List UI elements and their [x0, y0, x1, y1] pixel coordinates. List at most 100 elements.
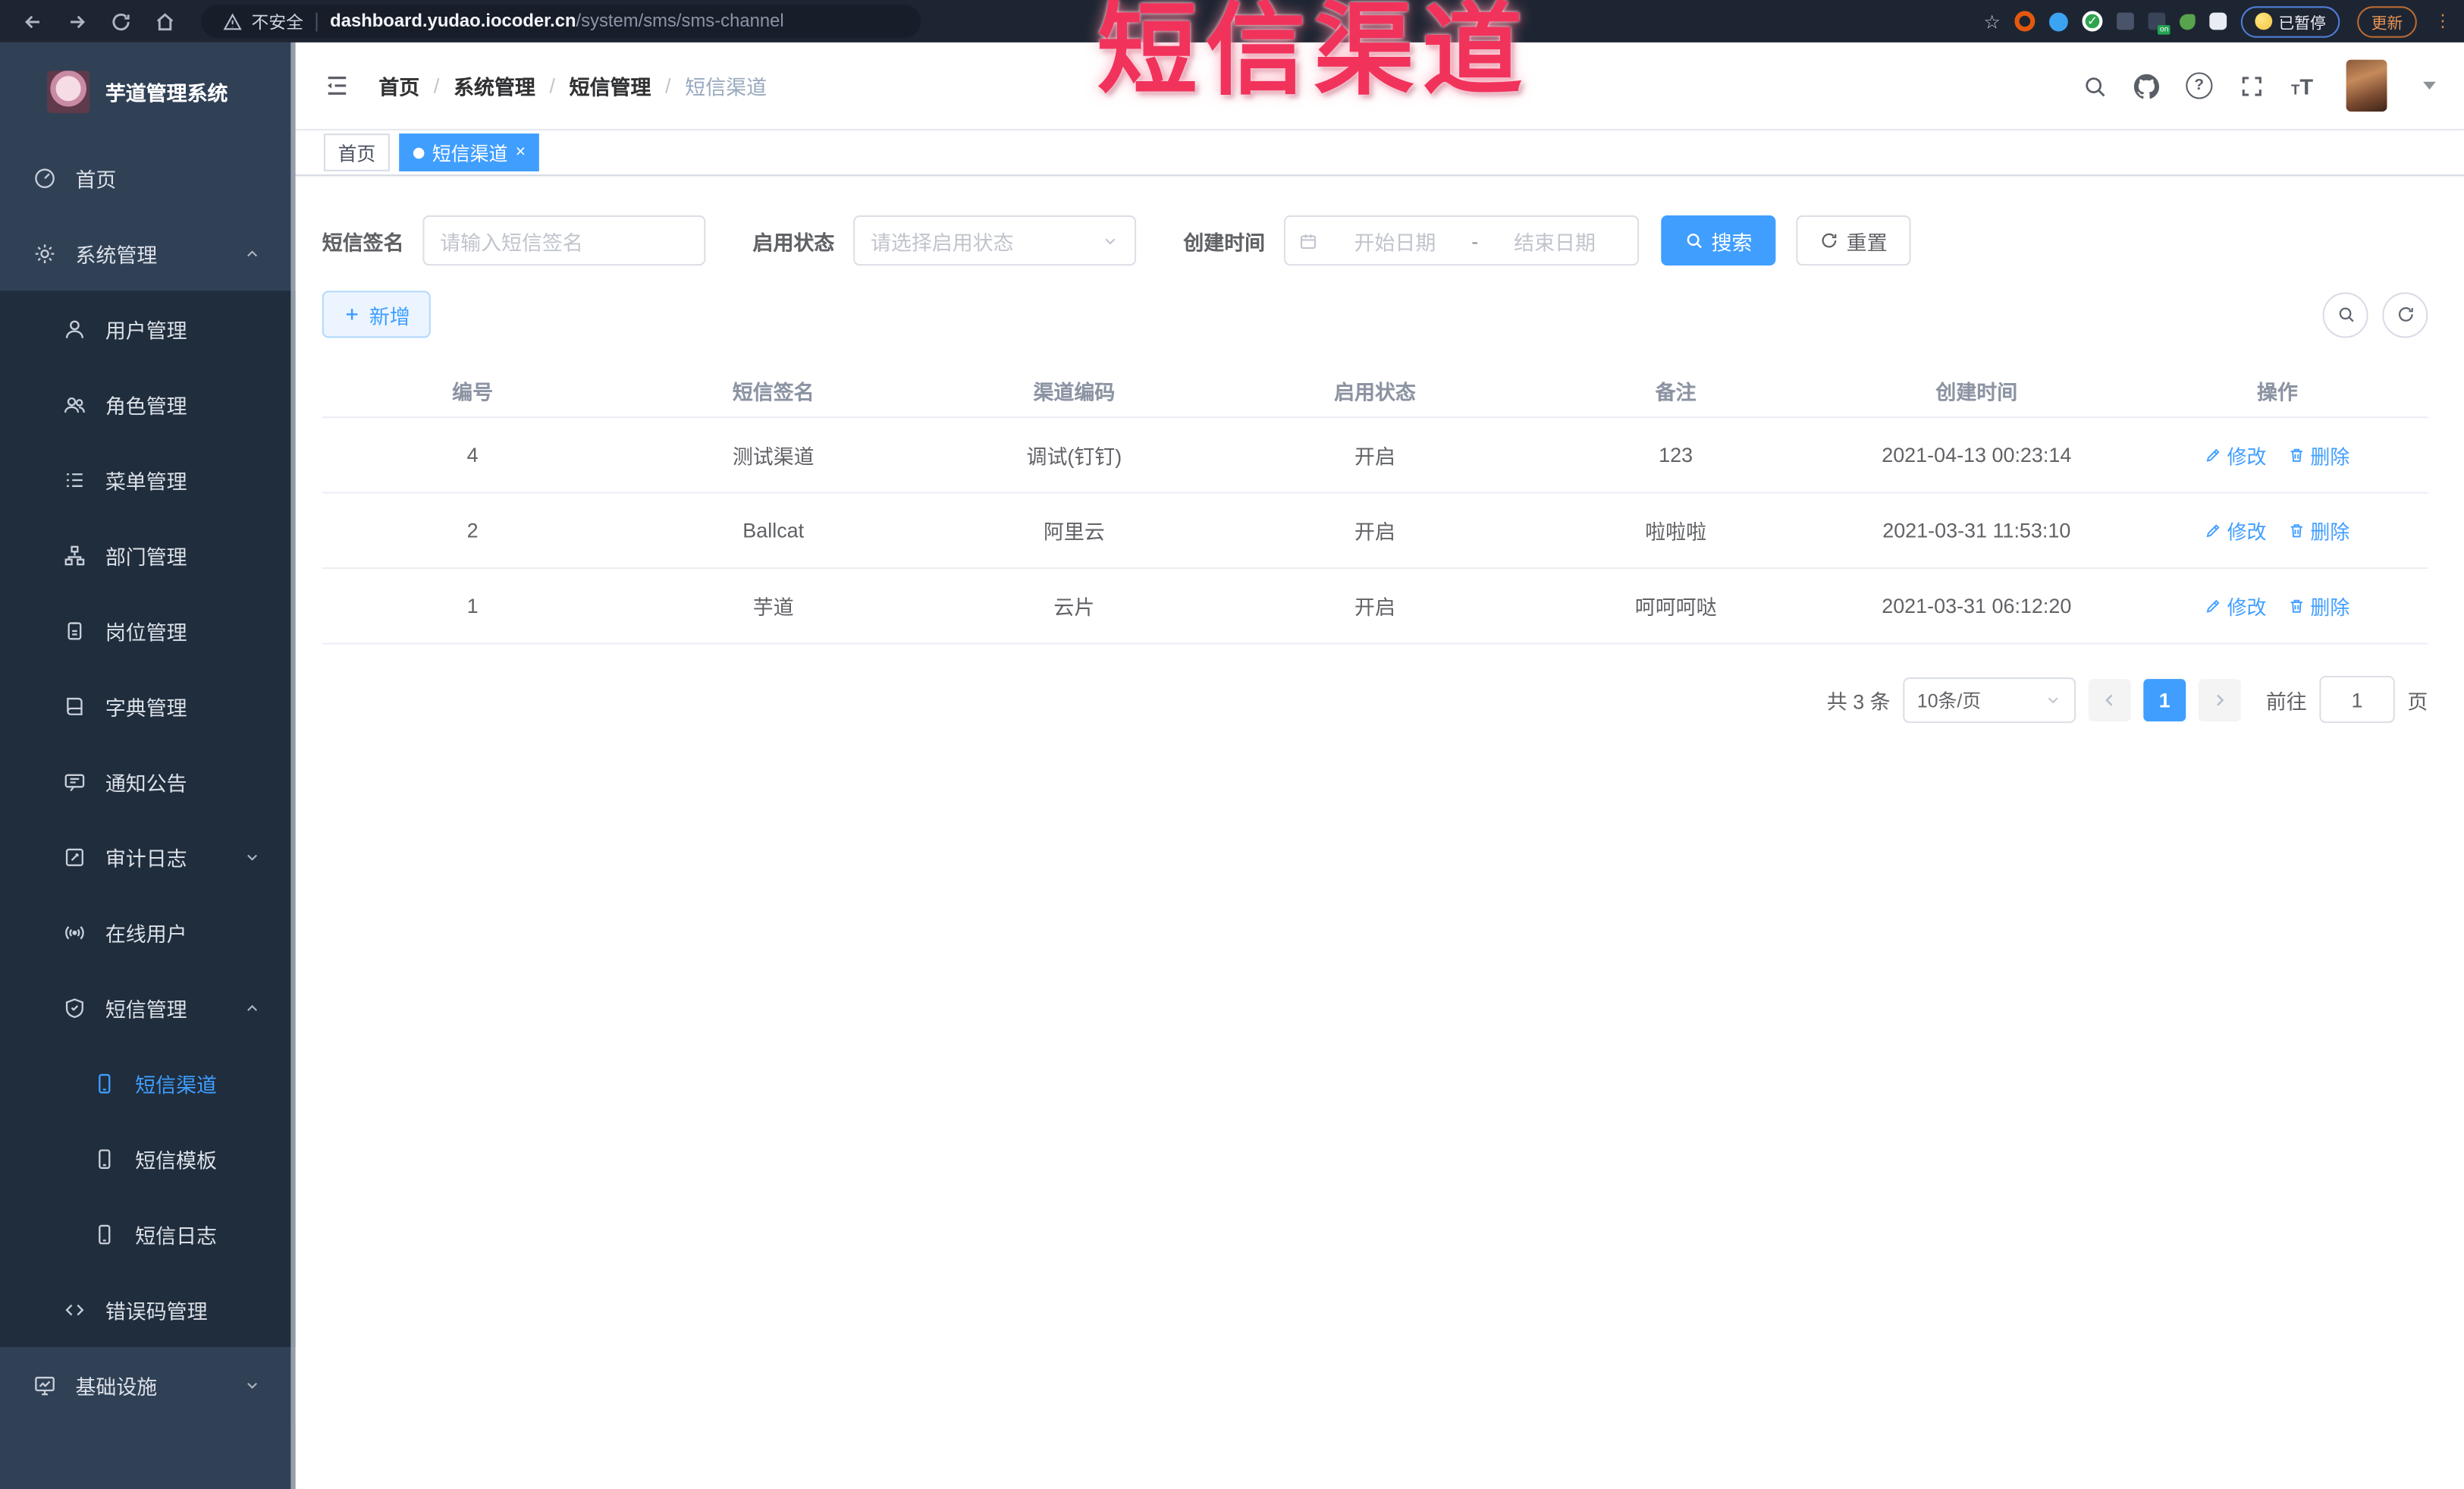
- avatar-caret-icon[interactable]: [2423, 81, 2436, 90]
- page-number-active[interactable]: 1: [2143, 678, 2186, 721]
- add-button[interactable]: 新增: [322, 291, 431, 338]
- tab-home[interactable]: 首页: [323, 134, 390, 171]
- address-bar[interactable]: 不安全 dashboard.yudao.iocoder.cn/system/sm…: [201, 5, 921, 38]
- chevron-up-icon: [243, 999, 261, 1016]
- table-toolbar: 新增: [322, 291, 2428, 338]
- back-icon[interactable]: [22, 10, 44, 32]
- calendar-icon: [1298, 231, 1319, 251]
- sidebar-item-home[interactable]: 首页: [0, 140, 296, 215]
- status-select[interactable]: 请选择启用状态: [853, 215, 1137, 266]
- search-icon: [1684, 231, 1703, 250]
- chevron-down-icon: [243, 1376, 261, 1393]
- sidebar-item-error-codes[interactable]: 错误码管理: [0, 1271, 296, 1346]
- edit-button[interactable]: 修改: [2205, 591, 2266, 620]
- security-label[interactable]: 不安全: [252, 8, 303, 33]
- forward-icon[interactable]: [66, 10, 88, 32]
- sidebar-item-infrastructure[interactable]: 基础设施: [0, 1347, 296, 1422]
- browser-menu-icon[interactable]: ⋮: [2434, 13, 2452, 30]
- extension-proxy-icon[interactable]: on: [2148, 12, 2171, 35]
- active-dot: [413, 146, 425, 159]
- tab-sms-channel[interactable]: 短信渠道 ×: [399, 134, 540, 171]
- avatar[interactable]: [2346, 59, 2387, 112]
- logo-image: [47, 70, 90, 113]
- extensions-puzzle-icon[interactable]: [2209, 12, 2227, 30]
- edit-button[interactable]: 修改: [2205, 440, 2266, 470]
- sidebar-item-notice[interactable]: 通知公告: [0, 743, 296, 818]
- sidebar-item-online-users[interactable]: 在线用户: [0, 894, 296, 969]
- annotation-overlay: 短信渠道: [1097, 0, 1531, 107]
- paused-badge[interactable]: 已暂停: [2240, 5, 2340, 37]
- search-icon[interactable]: [2082, 73, 2107, 98]
- trash-icon: [2288, 446, 2305, 463]
- reset-button[interactable]: 重置: [1796, 215, 1911, 266]
- plus-icon: [343, 305, 362, 324]
- update-button[interactable]: 更新: [2357, 5, 2417, 37]
- prev-page-button[interactable]: [2088, 678, 2131, 721]
- extension-leaf-icon[interactable]: [2179, 13, 2196, 30]
- emoji-icon: [2255, 12, 2273, 30]
- delete-button[interactable]: 删除: [2288, 591, 2349, 620]
- phone-icon: [93, 1222, 116, 1246]
- monitor-icon: [33, 1373, 57, 1396]
- fullscreen-icon[interactable]: [2240, 73, 2265, 98]
- sign-input[interactable]: 请输入短信签名: [422, 215, 706, 266]
- sidebar-item-sms-template[interactable]: 短信模板: [0, 1120, 296, 1195]
- col-id: 编号: [452, 379, 494, 404]
- help-icon[interactable]: ?: [2186, 72, 2213, 99]
- sidebar-item-menus[interactable]: 菜单管理: [0, 441, 296, 517]
- extension-check-icon[interactable]: ✓: [2082, 11, 2103, 32]
- toggle-search-button[interactable]: [2322, 291, 2368, 338]
- breadcrumb-sms[interactable]: 短信管理: [570, 71, 651, 100]
- sidebar-scrollbar[interactable]: [290, 42, 296, 1489]
- sidebar-item-audit-log[interactable]: 审计日志: [0, 819, 296, 894]
- sidebar-item-posts[interactable]: 岗位管理: [0, 592, 296, 668]
- delete-button[interactable]: 删除: [2288, 516, 2349, 545]
- goto-page-input[interactable]: [2319, 675, 2395, 724]
- sidebar-item-sms-management[interactable]: 短信管理: [0, 969, 296, 1044]
- col-sign: 短信签名: [732, 379, 815, 404]
- tags-view: 首页 短信渠道 ×: [295, 130, 2464, 177]
- sidebar-fold-icon[interactable]: [324, 72, 350, 99]
- table-row: 4 测试渠道 调试(钉钉) 开启 123 2021-04-13 00:23:14…: [322, 418, 2428, 494]
- next-page-button[interactable]: [2198, 678, 2241, 721]
- refresh-table-button[interactable]: [2382, 291, 2428, 338]
- reload-icon[interactable]: [110, 10, 132, 32]
- sidebar-item-departments[interactable]: 部门管理: [0, 517, 296, 592]
- sidebar-item-system[interactable]: 系统管理: [0, 215, 296, 291]
- start-date: 开始日期: [1354, 230, 1436, 254]
- org-tree-icon: [63, 543, 86, 567]
- col-code: 渠道编码: [1033, 379, 1116, 404]
- chevron-down-icon: [2045, 691, 2062, 708]
- extension-gray-icon[interactable]: [2117, 12, 2134, 30]
- sidebar-item-sms-log[interactable]: 短信日志: [0, 1196, 296, 1271]
- sidebar-item-dict[interactable]: 字典管理: [0, 668, 296, 743]
- phone-icon: [93, 1071, 116, 1095]
- page-size-select[interactable]: 10条/页: [1903, 677, 2076, 723]
- font-size-icon[interactable]: TT: [2291, 74, 2313, 96]
- gear-icon: [33, 241, 57, 265]
- delete-button[interactable]: 删除: [2288, 440, 2349, 470]
- home-icon[interactable]: [154, 10, 176, 32]
- close-icon[interactable]: ×: [516, 143, 526, 162]
- url-host: dashboard.yudao.iocoder.cn: [330, 11, 576, 31]
- url-path: /system/sms/sms-channel: [576, 11, 784, 31]
- sidebar-item-roles[interactable]: 角色管理: [0, 366, 296, 441]
- breadcrumb-system[interactable]: 系统管理: [454, 71, 535, 100]
- sidebar-item-sms-channel[interactable]: 短信渠道: [0, 1045, 296, 1120]
- chevron-right-icon: [2211, 691, 2228, 708]
- date-range-picker[interactable]: 开始日期 - 结束日期: [1283, 215, 1640, 266]
- extension-ring-icon[interactable]: [2014, 11, 2036, 32]
- extension-drop-icon[interactable]: [2048, 11, 2068, 31]
- col-status: 启用状态: [1334, 379, 1416, 404]
- page-unit: 页: [2407, 689, 2428, 713]
- github-icon[interactable]: [2133, 73, 2159, 99]
- sidebar-item-users[interactable]: 用户管理: [0, 291, 296, 366]
- bookmark-star-icon[interactable]: ☆: [1983, 10, 2000, 32]
- search-form: 短信签名 请输入短信签名 启用状态 请选择启用状态 创建时间 开始日期 - 结束…: [322, 215, 2428, 266]
- search-button[interactable]: 搜索: [1661, 215, 1776, 266]
- breadcrumb-home[interactable]: 首页: [378, 71, 419, 100]
- edit-button[interactable]: 修改: [2205, 516, 2266, 545]
- app-logo[interactable]: 芋道管理系统: [0, 42, 296, 140]
- menu-list-icon: [63, 467, 86, 491]
- col-actions: 操作: [2256, 379, 2298, 404]
